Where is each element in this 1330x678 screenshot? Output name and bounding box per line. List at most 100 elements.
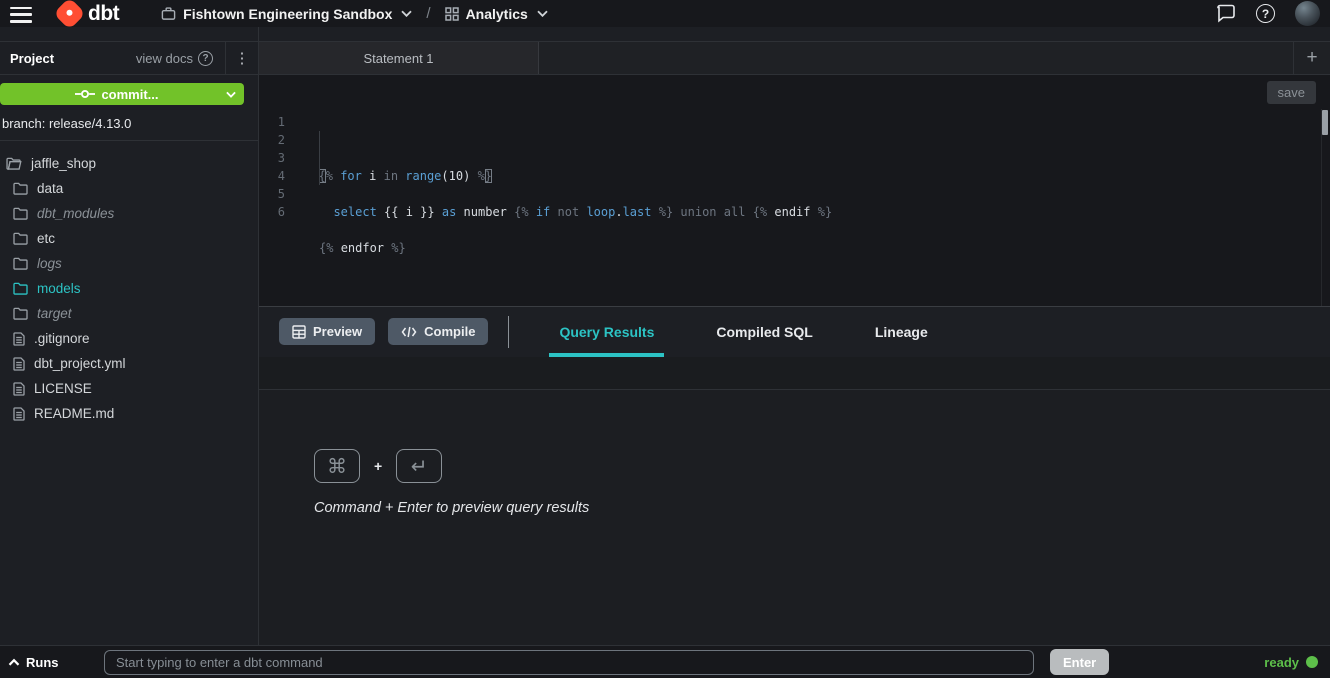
compile-label: Compile — [424, 324, 475, 339]
enter-key-icon: ↵ — [396, 449, 442, 483]
file-icon — [13, 407, 25, 421]
line-number: 3 — [259, 149, 285, 167]
project-switcher[interactable]: Fishtown Engineering Sandbox — [161, 6, 412, 22]
grid-icon — [445, 7, 459, 21]
tree-item-data[interactable]: data — [0, 176, 258, 201]
new-tab-button[interactable]: + — [1294, 42, 1330, 74]
folder-icon — [13, 282, 28, 295]
editor-toolbar: save — [259, 75, 1330, 109]
file-icon — [13, 332, 25, 346]
command-key-icon: ⌘ — [314, 449, 360, 483]
chevron-down-icon — [537, 10, 548, 17]
compile-button[interactable]: Compile — [388, 318, 488, 345]
runs-toggle[interactable]: Runs — [8, 655, 104, 670]
sidebar-title: Project — [10, 51, 54, 66]
tree-item-jaffle-shop[interactable]: jaffle_shop — [0, 151, 258, 176]
file-tree: jaffle_shopdata dbt_modulesetc logs models t… — [0, 141, 258, 426]
tree-item-label: logs — [37, 256, 62, 271]
code-line-4 — [319, 221, 1330, 239]
query-results-pane: ⌘ + ↵ Command + Enter to preview query r… — [259, 390, 1330, 646]
editor-tab-bar: Statement 1 + — [259, 41, 1330, 75]
line-numbers: 123456 — [259, 109, 293, 306]
top-bar: dbt Fishtown Engineering Sandbox / Analy… — [0, 0, 1330, 27]
tree-item-dbt-project-yml[interactable]: dbt_project.yml — [0, 351, 258, 376]
chat-icon[interactable] — [1216, 4, 1236, 23]
code-line-5: {% endfor %} — [319, 239, 1330, 257]
tab-statement-1[interactable]: Statement 1 — [259, 42, 539, 74]
tree-item--gitignore[interactable]: .gitignore — [0, 326, 258, 351]
branch-label: branch: release/4.13.0 — [0, 105, 258, 141]
sidebar-header: Project view docs ? ⋮ — [0, 41, 258, 75]
line-number: 5 — [259, 185, 285, 203]
tree-item-dbt-modules[interactable]: dbt_modules — [0, 201, 258, 226]
tree-item-license[interactable]: LICENSE — [0, 376, 258, 401]
project-name: Fishtown Engineering Sandbox — [183, 6, 392, 22]
editor-scrollbar[interactable] — [1321, 109, 1329, 306]
folder-icon — [13, 257, 28, 270]
tree-item-readme-md[interactable]: README.md — [0, 401, 258, 426]
file-icon — [13, 357, 25, 371]
results-tabs: Query Results Compiled SQL Lineage — [549, 307, 937, 357]
code-icon — [401, 326, 417, 338]
chevron-up-icon — [8, 658, 20, 666]
commit-button[interactable]: commit... — [0, 83, 244, 105]
tree-item-label: LICENSE — [34, 381, 92, 396]
help-circle-icon: ? — [198, 51, 213, 66]
tab-lineage[interactable]: Lineage — [865, 307, 938, 357]
status-label: ready — [1264, 655, 1299, 670]
environment-name: Analytics — [466, 6, 528, 22]
view-docs-label: view docs — [136, 51, 193, 66]
results-subheader — [259, 357, 1330, 390]
folder-icon — [13, 182, 28, 195]
code-line-3: select {{ i }} as number {% if not loop.… — [319, 203, 1330, 221]
commit-icon — [75, 88, 95, 100]
chevron-down-icon[interactable] — [226, 91, 236, 98]
breadcrumb-separator: / — [426, 5, 430, 22]
briefcase-icon — [161, 6, 176, 21]
dbt-logo-icon — [53, 0, 86, 30]
code-line-2 — [319, 185, 1330, 203]
tree-item-models[interactable]: models — [0, 276, 258, 301]
sidebar: Project view docs ? ⋮ commit... — [0, 27, 259, 645]
table-icon — [292, 325, 306, 339]
kebab-menu-icon[interactable]: ⋮ — [226, 51, 258, 66]
tree-item-target[interactable]: target — [0, 301, 258, 326]
commit-label: commit... — [101, 87, 158, 102]
line-number: 2 — [259, 131, 285, 149]
save-button[interactable]: save — [1267, 81, 1316, 104]
dbt-command-input[interactable] — [104, 650, 1034, 675]
tree-item-label: dbt_project.yml — [34, 356, 126, 371]
plus-text: + — [374, 458, 382, 474]
tab-query-results[interactable]: Query Results — [549, 307, 664, 357]
hamburger-menu-icon[interactable] — [10, 7, 32, 23]
status-indicator: ready — [1264, 655, 1318, 670]
preview-button[interactable]: Preview — [279, 318, 375, 345]
line-number: 4 — [259, 167, 285, 185]
enter-button[interactable]: Enter — [1050, 649, 1109, 675]
tree-item-label: dbt_modules — [37, 206, 114, 221]
code-editor[interactable]: 123456 {% for i in range(10) %} select {… — [259, 109, 1330, 306]
view-docs-link[interactable]: view docs ? — [136, 51, 213, 66]
tree-item-logs[interactable]: logs — [0, 251, 258, 276]
main-area: Project view docs ? ⋮ commit... — [0, 27, 1330, 645]
tab-compiled-sql[interactable]: Compiled SQL — [706, 307, 822, 357]
empty-state-hint: Command + Enter to preview query results — [314, 500, 1330, 516]
help-icon[interactable]: ? — [1256, 4, 1275, 23]
tree-item-etc[interactable]: etc — [0, 226, 258, 251]
status-dot-icon — [1306, 656, 1318, 668]
chevron-down-icon — [401, 10, 412, 17]
code-line-1: {% for i in range(10) %} — [319, 167, 1330, 185]
scrollbar-thumb[interactable] — [1322, 110, 1328, 135]
avatar[interactable] — [1295, 1, 1320, 26]
runs-label: Runs — [26, 655, 59, 670]
line-number: 6 — [259, 203, 285, 221]
dbt-logo-text: dbt — [88, 2, 119, 26]
environment-switcher[interactable]: Analytics — [445, 6, 548, 22]
tree-item-label: models — [37, 281, 81, 296]
code-content[interactable]: {% for i in range(10) %} select {{ i }} … — [293, 109, 1330, 306]
tree-item-label: jaffle_shop — [31, 156, 96, 171]
tree-item-label: target — [37, 306, 72, 321]
folder-icon — [13, 232, 28, 245]
folder-open-icon — [6, 157, 22, 170]
command-bar: Runs Enter ready — [0, 645, 1330, 678]
